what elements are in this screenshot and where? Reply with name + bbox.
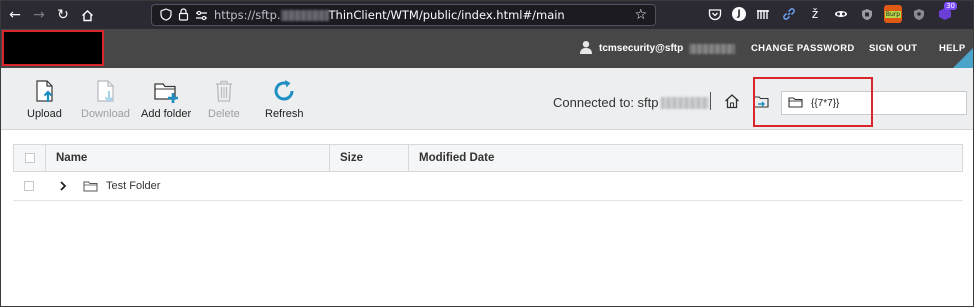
link-icon[interactable] — [780, 5, 798, 23]
redacted-server — [660, 96, 709, 109]
path-input[interactable]: {{7*7}} — [781, 91, 967, 115]
column-header-modified[interactable]: Modified Date — [409, 145, 962, 171]
table-header: Name Size Modified Date — [13, 144, 963, 172]
url-text[interactable]: https://sftp. ThinClient/WTM/public/inde… — [214, 8, 565, 22]
lock-icon[interactable] — [178, 6, 189, 25]
ext-j-icon[interactable]: J — [732, 7, 746, 21]
delete-label: Delete — [208, 108, 240, 120]
pocket-icon[interactable] — [706, 5, 724, 23]
table-row[interactable]: Test Folder — [13, 172, 963, 201]
row-select-cell — [13, 181, 45, 191]
connection-status: Connected to: sftp — [553, 95, 709, 110]
browser-toolbar: ← → ↻ https://sftp. ThinClient/WTM/publi… — [1, 1, 973, 29]
refresh-button[interactable]: Refresh — [265, 78, 304, 120]
select-all-cell — [14, 145, 46, 171]
redacted-logo — [2, 30, 104, 66]
url-prefix: https://sftp. — [214, 8, 281, 22]
chevron-right-icon[interactable] — [59, 181, 79, 191]
house-icon — [725, 94, 739, 109]
row-checkbox[interactable] — [24, 181, 34, 191]
star-icon[interactable]: ☆ — [634, 7, 647, 23]
user-name: tcmsecurity@sftp — [599, 43, 684, 54]
file-table: Name Size Modified Date Test Folder — [13, 144, 963, 201]
reload-icon[interactable]: ↻ — [51, 3, 75, 27]
download-button[interactable]: Download — [81, 78, 130, 120]
ext-badge-icon[interactable]: 30 — [936, 2, 957, 23]
header-corner-accent — [953, 48, 973, 68]
ublock-icon[interactable] — [858, 5, 876, 23]
user-menu[interactable]: tcmsecurity@sftp — [579, 29, 736, 68]
trash-icon — [215, 80, 232, 102]
go-to-folder-button[interactable] — [753, 94, 769, 113]
refresh-icon — [274, 80, 294, 101]
path-value: {{7*7}} — [811, 97, 840, 109]
row-name[interactable]: Test Folder — [106, 180, 160, 192]
upload-button[interactable]: Upload — [27, 78, 62, 120]
user-icon — [579, 40, 593, 57]
download-label: Download — [81, 108, 130, 120]
download-icon — [97, 80, 115, 103]
url-suffix: ThinClient/WTM/public/index.html#/main — [328, 8, 565, 22]
ext-bars-icon[interactable] — [754, 5, 772, 23]
add-folder-label: Add folder — [141, 108, 192, 120]
badge-count: 30 — [944, 2, 957, 10]
screenshot-frame: ← → ↻ https://sftp. ThinClient/WTM/publi… — [0, 0, 974, 307]
shield-ext-icon[interactable] — [910, 5, 928, 23]
column-header-size[interactable]: Size — [330, 145, 409, 171]
forward-icon[interactable]: → — [27, 3, 51, 27]
connection-label: Connected to: sftp — [553, 95, 659, 110]
delete-button[interactable]: Delete — [208, 78, 240, 120]
sign-out-link[interactable]: SIGN OUT — [869, 29, 917, 68]
column-header-name[interactable]: Name — [46, 145, 330, 171]
folder-icon — [83, 180, 98, 192]
upload-icon — [36, 80, 54, 102]
add-folder-icon — [154, 83, 179, 103]
file-toolbar: Upload Download Add folder Delete Refres… — [1, 68, 973, 130]
refresh-label: Refresh — [265, 108, 304, 120]
redacted-host — [280, 9, 329, 21]
ext-spy-icon[interactable] — [832, 5, 850, 23]
extensions-bar: J ž Burp 30 — [706, 2, 957, 23]
home-icon[interactable] — [75, 3, 99, 27]
address-bar[interactable]: https://sftp. ThinClient/WTM/public/inde… — [151, 4, 656, 26]
shield-icon[interactable] — [160, 6, 172, 25]
select-all-checkbox[interactable] — [24, 153, 35, 163]
home-folder-button[interactable] — [724, 93, 740, 113]
permissions-icon[interactable] — [195, 6, 208, 25]
burp-icon[interactable]: Burp — [884, 5, 902, 23]
folder-icon — [788, 96, 803, 111]
upload-label: Upload — [27, 108, 62, 120]
add-folder-button[interactable]: Add folder — [141, 78, 191, 120]
ext-script-icon[interactable]: ž — [806, 5, 824, 23]
back-icon[interactable]: ← — [3, 3, 27, 27]
folder-arrow-icon — [753, 96, 769, 108]
change-password-link[interactable]: CHANGE PASSWORD — [751, 29, 855, 68]
app-header: tcmsecurity@sftp CHANGE PASSWORD SIGN OU… — [1, 29, 973, 68]
toolbar-divider — [710, 92, 711, 110]
burp-label: Burp — [884, 10, 902, 18]
redacted-domain — [689, 43, 736, 54]
